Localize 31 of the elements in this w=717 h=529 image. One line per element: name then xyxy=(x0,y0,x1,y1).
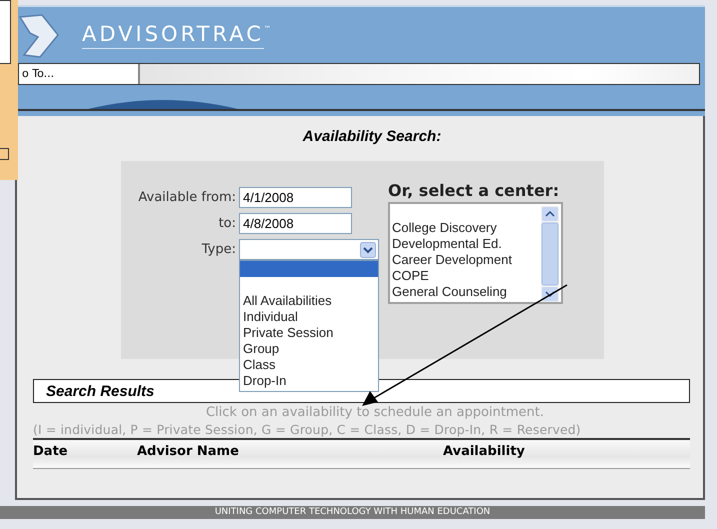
type-dropdown[interactable] xyxy=(239,239,379,260)
dropdown-option[interactable]: All Availabilities xyxy=(240,293,378,309)
footer-slogan: UNITING COMPUTER TECHNOLOGY WITH HUMAN EDUCATION xyxy=(214,506,490,519)
globe-icon xyxy=(88,97,238,109)
results-title: Search Results xyxy=(46,382,154,400)
column-header: Advisor Name xyxy=(137,444,239,459)
center-option[interactable]: Career Development xyxy=(392,252,541,268)
field-label: Available from: xyxy=(137,189,236,207)
center-list[interactable]: College Discovery Developmental Ed. Career Development COPE General Counseling xyxy=(388,202,563,304)
results-hint: Click on an availability to schedule an appointment. xyxy=(204,404,545,421)
scrollbar[interactable] xyxy=(541,206,559,302)
center-option[interactable]: General Counseling xyxy=(392,284,541,300)
center-option[interactable]: Developmental Ed. xyxy=(392,236,541,252)
go-to-menu[interactable]: o To... xyxy=(19,64,140,84)
date-from-field[interactable]: 4/1/2008 xyxy=(239,187,352,208)
field-label: Type: xyxy=(200,241,236,259)
center-heading: Or, select a center: xyxy=(388,181,560,200)
column-header: Date xyxy=(33,444,68,459)
center-option[interactable]: COPE xyxy=(392,268,541,284)
dropdown-option[interactable]: Individual xyxy=(240,309,378,325)
field-label: to: xyxy=(218,215,236,233)
center-option[interactable]: College Discovery xyxy=(392,220,541,236)
dropdown-option[interactable]: Private Session xyxy=(240,325,378,341)
dropdown-option[interactable]: Drop-In xyxy=(240,373,378,389)
logo-icon xyxy=(18,11,60,59)
date-to-field[interactable]: 4/8/2008 xyxy=(239,213,352,234)
dropdown-option[interactable]: Class xyxy=(240,357,378,373)
logo-text: ADVISORTRAC xyxy=(82,22,264,48)
dropdown-option[interactable]: Group xyxy=(240,341,378,357)
column-header: Availability xyxy=(443,444,525,459)
page-title: Availability Search: xyxy=(302,127,442,145)
